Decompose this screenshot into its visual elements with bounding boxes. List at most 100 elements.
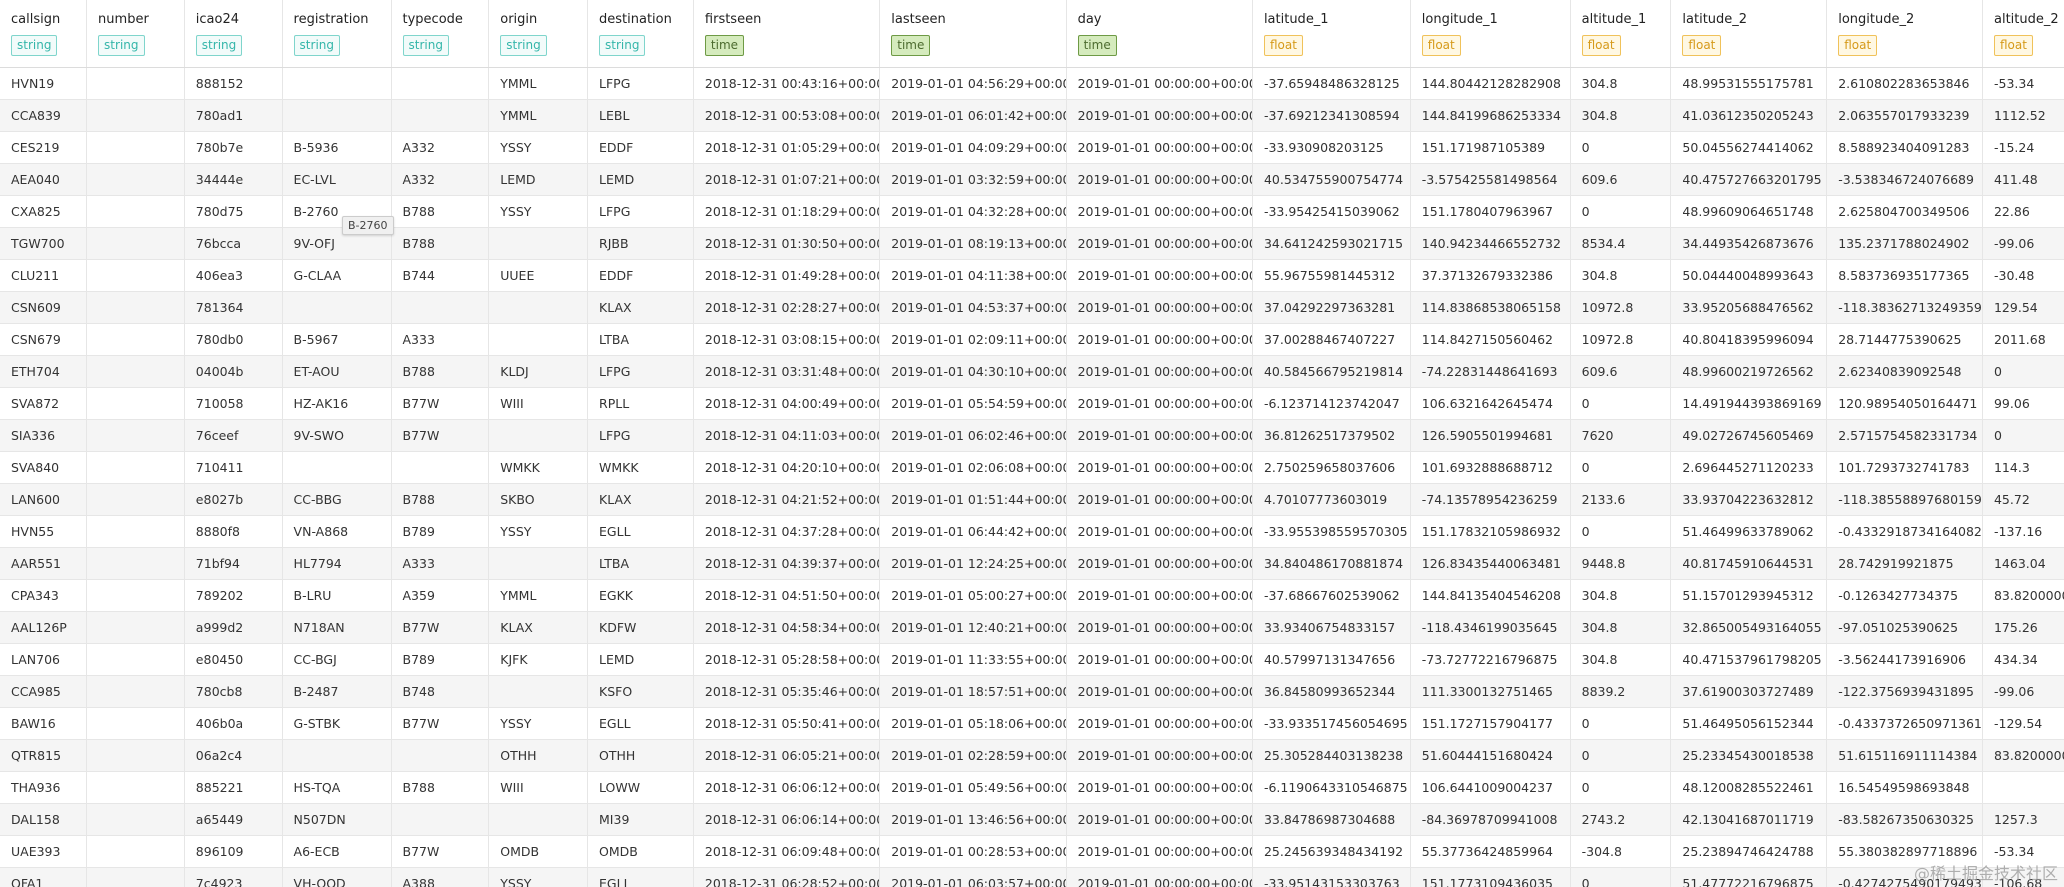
column-header-longitude-1[interactable]: longitude_1 float — [1410, 0, 1571, 68]
cell-longitude-1[interactable]: 151.17832105986932 — [1410, 515, 1571, 548]
cell-destination[interactable]: EGLL — [587, 867, 694, 887]
cell-origin[interactable]: SKBO — [488, 483, 589, 516]
cell-lastseen[interactable]: 2019-01-01 12:40:21+00:00 — [879, 611, 1067, 644]
cell-altitude-2[interactable] — [1982, 771, 2064, 804]
cell-origin[interactable] — [488, 291, 589, 324]
cell-callsign[interactable]: CES219 — [0, 131, 88, 164]
cell-latitude-2[interactable]: 34.44935426873676 — [1670, 227, 1828, 260]
cell-origin[interactable]: LEMD — [488, 163, 589, 196]
table-row[interactable]: SIA336 76ceef 9V-SWO B77W LFPG 2018-12-31 04:… — [0, 419, 2064, 452]
cell-lastseen[interactable]: 2019-01-01 04:56:29+00:00 — [879, 67, 1067, 100]
cell-number[interactable] — [86, 99, 185, 132]
cell-longitude-1[interactable]: -73.72772216796875 — [1410, 643, 1571, 676]
cell-latitude-2[interactable]: 51.47772216796875 — [1670, 867, 1828, 887]
cell-altitude-2[interactable]: 0 — [1982, 355, 2064, 388]
cell-origin[interactable]: UUEE — [488, 259, 589, 292]
cell-destination[interactable]: LFPG — [587, 419, 694, 452]
cell-typecode[interactable]: B789 — [391, 515, 490, 548]
cell-icao24[interactable]: 76ceef — [184, 419, 283, 452]
cell-number[interactable] — [86, 195, 185, 228]
cell-firstseen[interactable]: 2018-12-31 05:35:46+00:00 — [693, 675, 881, 708]
cell-latitude-1[interactable]: 33.93406754833157 — [1252, 611, 1411, 644]
cell-lastseen[interactable]: 2019-01-01 02:09:11+00:00 — [879, 323, 1067, 356]
cell-origin[interactable] — [488, 675, 589, 708]
cell-latitude-1[interactable]: -33.95425415039062 — [1252, 195, 1411, 228]
cell-origin[interactable]: WIII — [488, 387, 589, 420]
cell-altitude-1[interactable]: 8839.2 — [1570, 675, 1672, 708]
table-row[interactable]: QFA1 7c4923 VH-OQD A388 YSSY EGLL 2018-12-31 0… — [0, 867, 2064, 887]
cell-day[interactable]: 2019-01-01 00:00:00+00:00 — [1066, 131, 1253, 164]
table-row[interactable]: AEA040 34444e EC-LVL A332 LEMD LEMD 2018-12-31… — [0, 163, 2064, 196]
cell-origin[interactable]: YMML — [488, 579, 589, 612]
cell-longitude-2[interactable]: 2.62340839092548 — [1826, 355, 1983, 388]
cell-registration[interactable]: B-5967 — [282, 323, 392, 356]
cell-icao24[interactable]: 7c4923 — [184, 867, 283, 887]
cell-firstseen[interactable]: 2018-12-31 01:30:50+00:00 — [693, 227, 881, 260]
cell-typecode[interactable]: B788 — [391, 227, 490, 260]
cell-typecode[interactable]: A333 — [391, 323, 490, 356]
cell-altitude-2[interactable]: 83.820000000 — [1982, 739, 2064, 772]
cell-icao24[interactable]: e8027b — [184, 483, 283, 516]
cell-lastseen[interactable]: 2019-01-01 05:18:06+00:00 — [879, 707, 1067, 740]
cell-longitude-1[interactable]: 144.80442128282908 — [1410, 67, 1571, 100]
cell-altitude-2[interactable]: 1112.52 — [1982, 99, 2064, 132]
table-row[interactable]: CSN679 780db0 B-5967 A333 LTBA 2018-12-31 03:… — [0, 323, 2064, 356]
cell-icao24[interactable]: 34444e — [184, 163, 283, 196]
cell-altitude-2[interactable]: 129.54 — [1982, 291, 2064, 324]
cell-icao24[interactable]: a999d2 — [184, 611, 283, 644]
cell-callsign[interactable]: TGW700 — [0, 227, 88, 260]
cell-destination[interactable]: LTBA — [587, 547, 694, 580]
cell-firstseen[interactable]: 2018-12-31 05:50:41+00:00 — [693, 707, 881, 740]
cell-lastseen[interactable]: 2019-01-01 06:44:42+00:00 — [879, 515, 1067, 548]
cell-origin[interactable] — [488, 227, 589, 260]
cell-longitude-2[interactable]: 16.54549598693848 — [1826, 771, 1983, 804]
column-header-lastseen[interactable]: lastseen time — [879, 0, 1067, 68]
cell-firstseen[interactable]: 2018-12-31 01:18:29+00:00 — [693, 195, 881, 228]
cell-destination[interactable]: EDDF — [587, 131, 694, 164]
cell-altitude-2[interactable]: 175.26 — [1982, 611, 2064, 644]
column-header-latitude-1[interactable]: latitude_1 float — [1252, 0, 1411, 68]
cell-destination[interactable]: WMKK — [587, 451, 694, 484]
cell-altitude-1[interactable]: 304.8 — [1570, 259, 1672, 292]
cell-origin[interactable]: KLAX — [488, 611, 589, 644]
cell-number[interactable] — [86, 483, 185, 516]
table-row[interactable]: DAL158 a65449 N507DN MI39 2018-12-31 06:06:1… — [0, 803, 2064, 836]
cell-longitude-2[interactable]: 51.615116911114384 — [1826, 739, 1983, 772]
cell-destination[interactable]: LTBA — [587, 323, 694, 356]
cell-altitude-1[interactable]: 304.8 — [1570, 611, 1672, 644]
cell-longitude-2[interactable]: 120.98954050164471 — [1826, 387, 1983, 420]
cell-lastseen[interactable]: 2019-01-01 06:03:57+00:00 — [879, 867, 1067, 887]
cell-day[interactable]: 2019-01-01 00:00:00+00:00 — [1066, 451, 1253, 484]
cell-longitude-1[interactable]: -3.575425581498564 — [1410, 163, 1571, 196]
cell-firstseen[interactable]: 2018-12-31 06:06:12+00:00 — [693, 771, 881, 804]
cell-callsign[interactable]: QTR815 — [0, 739, 88, 772]
cell-destination[interactable]: LFPG — [587, 195, 694, 228]
cell-day[interactable]: 2019-01-01 00:00:00+00:00 — [1066, 259, 1253, 292]
cell-lastseen[interactable]: 2019-01-01 01:51:44+00:00 — [879, 483, 1067, 516]
cell-latitude-2[interactable]: 41.03612350205243 — [1670, 99, 1828, 132]
cell-number[interactable] — [86, 611, 185, 644]
cell-icao24[interactable]: 710058 — [184, 387, 283, 420]
cell-firstseen[interactable]: 2018-12-31 06:28:52+00:00 — [693, 867, 881, 887]
cell-registration[interactable]: ET-AOU — [282, 355, 392, 388]
cell-latitude-1[interactable]: 36.84580993652344 — [1252, 675, 1411, 708]
cell-typecode[interactable]: B77W — [391, 419, 490, 452]
cell-day[interactable]: 2019-01-01 00:00:00+00:00 — [1066, 803, 1253, 836]
cell-latitude-1[interactable]: 40.57997131347656 — [1252, 643, 1411, 676]
cell-altitude-1[interactable]: 304.8 — [1570, 67, 1672, 100]
table-row[interactable]: LAN706 e80450 CC-BGJ B789 KJFK LEMD 2018-12-31… — [0, 643, 2064, 676]
cell-registration[interactable]: 9V-SWO — [282, 419, 392, 452]
cell-firstseen[interactable]: 2018-12-31 04:21:52+00:00 — [693, 483, 881, 516]
cell-registration[interactable]: B-5936 — [282, 131, 392, 164]
cell-origin[interactable] — [488, 803, 589, 836]
cell-day[interactable]: 2019-01-01 00:00:00+00:00 — [1066, 579, 1253, 612]
cell-number[interactable] — [86, 707, 185, 740]
cell-firstseen[interactable]: 2018-12-31 06:09:48+00:00 — [693, 835, 881, 868]
cell-registration[interactable]: VN-A868 — [282, 515, 392, 548]
cell-latitude-2[interactable]: 14.491944393869169 — [1670, 387, 1828, 420]
cell-firstseen[interactable]: 2018-12-31 04:11:03+00:00 — [693, 419, 881, 452]
cell-typecode[interactable]: A359 — [391, 579, 490, 612]
table-row[interactable]: QTR815 06a2c4 OTHH OTHH 2018-12-31 06:05:21+… — [0, 739, 2064, 772]
cell-latitude-1[interactable]: -33.955398559570305 — [1252, 515, 1411, 548]
cell-day[interactable]: 2019-01-01 00:00:00+00:00 — [1066, 387, 1253, 420]
